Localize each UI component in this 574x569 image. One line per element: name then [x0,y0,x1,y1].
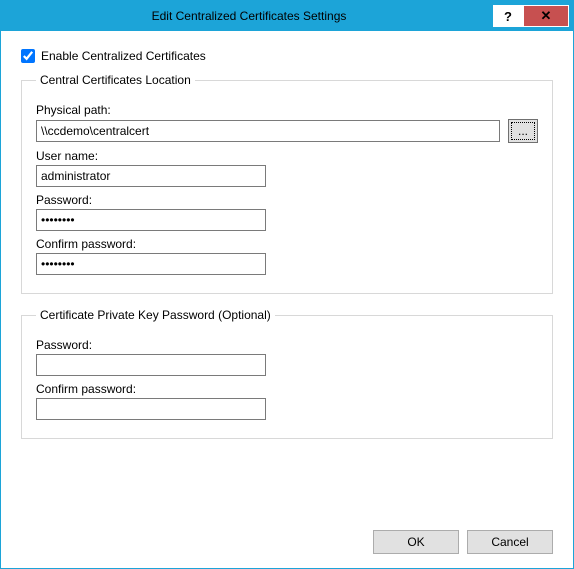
pk-password-label: Password: [36,338,538,352]
privatekey-legend: Certificate Private Key Password (Option… [36,308,275,322]
location-legend: Central Certificates Location [36,73,195,87]
pk-confirm-input[interactable] [36,398,266,420]
privatekey-group: Certificate Private Key Password (Option… [21,308,553,439]
cancel-button[interactable]: Cancel [467,530,553,554]
client-area: Enable Centralized Certificates Central … [1,31,573,568]
password-label: Password: [36,193,538,207]
enable-row: Enable Centralized Certificates [21,49,553,63]
dialog-window: Edit Centralized Certificates Settings ?… [0,0,574,569]
pk-password-input[interactable] [36,354,266,376]
ok-button[interactable]: OK [373,530,459,554]
confirm-password-label: Confirm password: [36,237,538,251]
username-label: User name: [36,149,538,163]
browse-button[interactable]: ... [508,119,538,143]
close-button[interactable]: ✕ [523,5,569,27]
physical-path-row: ... [36,119,538,143]
dialog-footer: OK Cancel [21,524,553,554]
confirm-password-input[interactable] [36,253,266,275]
titlebar: Edit Centralized Certificates Settings ?… [1,1,573,31]
location-group: Central Certificates Location Physical p… [21,73,553,294]
help-button[interactable]: ? [493,5,523,27]
physical-path-label: Physical path: [36,103,538,117]
pk-confirm-label: Confirm password: [36,382,538,396]
username-input[interactable] [36,165,266,187]
titlebar-buttons: ? ✕ [493,5,569,27]
window-title: Edit Centralized Certificates Settings [5,5,493,27]
enable-label: Enable Centralized Certificates [41,49,206,63]
physical-path-input[interactable] [36,120,500,142]
password-input[interactable] [36,209,266,231]
enable-checkbox[interactable] [21,49,35,63]
